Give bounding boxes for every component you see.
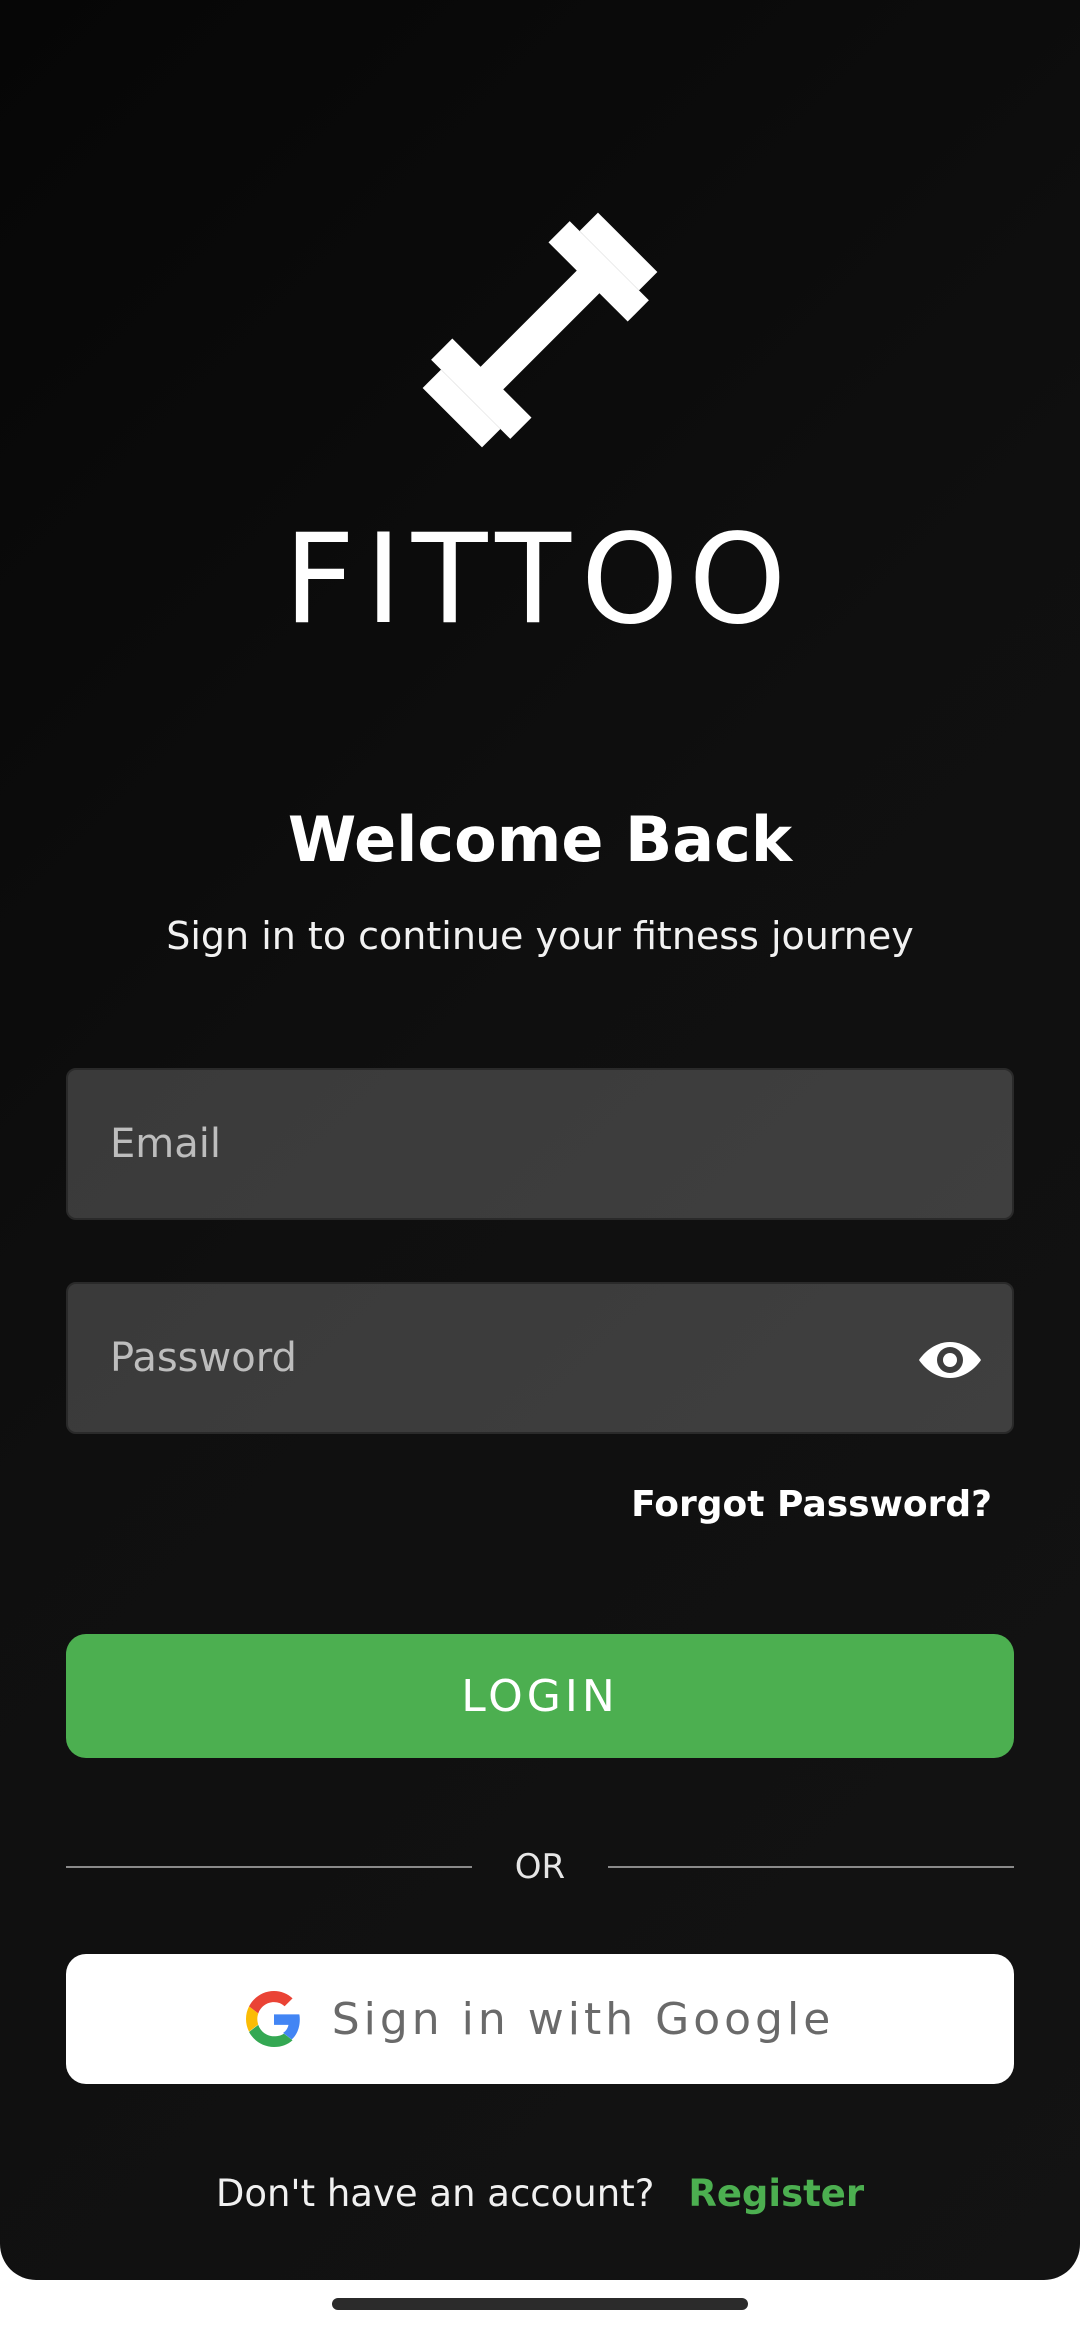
login-button[interactable]: LOGIN bbox=[66, 1634, 1014, 1758]
app-name: FITTOO bbox=[283, 508, 797, 652]
divider-line-left bbox=[66, 1866, 472, 1868]
email-field-container bbox=[66, 1068, 1014, 1220]
password-field[interactable] bbox=[68, 1284, 1012, 1432]
register-link[interactable]: Register bbox=[688, 2166, 864, 2222]
email-field[interactable] bbox=[68, 1070, 1012, 1218]
register-prompt: Don't have an account? bbox=[215, 2172, 655, 2215]
google-sign-in-button[interactable]: Sign in with Google bbox=[66, 1954, 1014, 2084]
register-row: Don't have an account? Register bbox=[0, 2166, 1080, 2222]
login-screen: FITTOO Welcome Back Sign in to continue … bbox=[0, 0, 1080, 2280]
divider-line-right bbox=[608, 1866, 1014, 1868]
google-logo-icon bbox=[245, 1991, 300, 2047]
dumbbell-icon bbox=[422, 212, 658, 448]
home-indicator[interactable] bbox=[332, 2298, 748, 2310]
forgot-password-link[interactable]: Forgot Password? bbox=[631, 1478, 992, 1532]
or-divider-label: OR bbox=[514, 1847, 566, 1887]
google-sign-in-label: Sign in with Google bbox=[331, 1993, 835, 2045]
welcome-subtitle: Sign in to continue your fitness journey bbox=[166, 914, 914, 958]
welcome-heading: Welcome Back bbox=[287, 803, 793, 876]
eye-icon[interactable] bbox=[918, 1330, 982, 1390]
password-field-container bbox=[66, 1282, 1014, 1434]
